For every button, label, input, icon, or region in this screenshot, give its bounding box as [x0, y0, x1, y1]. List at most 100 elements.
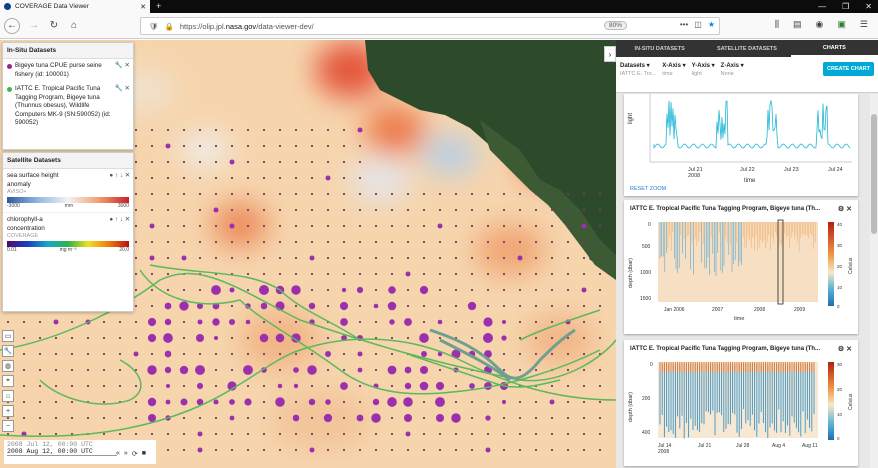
cpue-point[interactable] [198, 128, 202, 132]
cpue-point[interactable] [230, 128, 234, 132]
cpue-point[interactable] [214, 176, 218, 180]
cpue-point[interactable] [134, 336, 138, 340]
create-chart-button[interactable]: CREATE CHART [823, 62, 874, 76]
cpue-point[interactable] [245, 319, 251, 325]
cpue-point[interactable] [134, 416, 138, 420]
cpue-point[interactable] [435, 397, 445, 407]
cpue-point[interactable] [260, 302, 268, 310]
cpue-point[interactable] [358, 144, 362, 148]
cpue-point[interactable] [214, 432, 218, 436]
cpue-point[interactable] [566, 272, 570, 276]
cpue-point[interactable] [483, 333, 493, 343]
cpue-point[interactable] [118, 432, 122, 436]
cpue-point[interactable] [246, 224, 250, 228]
cpue-point[interactable] [486, 240, 490, 244]
cpue-point[interactable] [294, 272, 298, 276]
cpue-point[interactable] [180, 398, 188, 406]
cpue-point[interactable] [230, 368, 234, 372]
cpue-point[interactable] [150, 192, 154, 196]
cpue-point[interactable] [213, 207, 219, 213]
cpue-point[interactable] [326, 144, 330, 148]
cpue-point[interactable] [356, 414, 364, 422]
cpue-point[interactable] [485, 415, 491, 421]
x-axis-select[interactable]: X-Axis ▾ time [662, 62, 685, 87]
step-forward-icon[interactable]: » [124, 450, 128, 458]
move-up-icon[interactable]: ↑ [115, 172, 118, 179]
tab-satellite[interactable]: SATELLITE DATASETS [703, 40, 790, 57]
cpue-point[interactable] [38, 384, 42, 388]
cpue-point[interactable] [230, 448, 234, 452]
cpue-point[interactable] [438, 288, 442, 292]
cpue-point[interactable] [6, 320, 10, 324]
cpue-point[interactable] [390, 240, 394, 244]
cpue-point[interactable] [486, 272, 490, 276]
cpue-point[interactable] [86, 368, 90, 372]
cpue-point[interactable] [582, 304, 586, 308]
cpue-point[interactable] [291, 285, 301, 295]
cpue-point[interactable] [150, 128, 154, 132]
satellite-item-chl[interactable]: chlorophyll-a concentration COVERAGE ● ↑… [3, 212, 133, 256]
tab-charts[interactable]: CHARTS [790, 40, 878, 57]
cpue-point[interactable] [470, 192, 474, 196]
cpue-point[interactable] [150, 432, 154, 436]
cpue-point[interactable] [102, 416, 106, 420]
cpue-point[interactable] [358, 272, 362, 276]
cpue-point[interactable] [150, 176, 154, 180]
cpue-point[interactable] [550, 192, 554, 196]
close-icon[interactable]: ✕ [125, 172, 130, 179]
cpue-point[interactable] [326, 288, 330, 292]
cpue-point[interactable] [341, 287, 347, 293]
cpue-point[interactable] [534, 448, 538, 452]
cpue-point[interactable] [534, 352, 538, 356]
cpue-point[interactable] [214, 368, 218, 372]
cpue-point[interactable] [388, 286, 396, 294]
cpue-point[interactable] [246, 416, 250, 420]
cpue-point[interactable] [22, 368, 26, 372]
cpue-point[interactable] [454, 400, 458, 404]
cpue-point[interactable] [358, 240, 362, 244]
cpue-point[interactable] [582, 192, 586, 196]
cpue-point[interactable] [278, 160, 282, 164]
cpue-point[interactable] [307, 365, 317, 375]
cpue-point[interactable] [214, 256, 218, 260]
cpue-point[interactable] [38, 416, 42, 420]
cpue-point[interactable] [262, 448, 266, 452]
forward-button[interactable]: → [26, 18, 42, 34]
cpue-point[interactable] [165, 399, 171, 405]
cpue-point[interactable] [164, 302, 172, 310]
cpue-point[interactable] [214, 416, 218, 420]
cpue-point[interactable] [262, 352, 266, 356]
cpue-point[interactable] [309, 447, 315, 453]
cpue-point[interactable] [502, 288, 506, 292]
cpue-point[interactable] [342, 208, 346, 212]
cpue-point[interactable] [293, 367, 299, 373]
depth-long-chart[interactable]: depth (dbar) 0 500 1000 1500 Jan 2006 20… [624, 218, 858, 332]
cpue-point[interactable] [405, 271, 411, 277]
cpue-point[interactable] [134, 160, 138, 164]
cpue-point[interactable] [213, 335, 219, 341]
cpue-point[interactable] [486, 304, 490, 308]
cpue-point[interactable] [324, 350, 332, 358]
cpue-point[interactable] [566, 224, 570, 228]
cpue-point[interactable] [22, 384, 26, 388]
cpue-point[interactable] [582, 432, 586, 436]
cpue-point[interactable] [86, 384, 90, 388]
pocket-icon[interactable]: ◫ [694, 20, 702, 29]
cpue-point[interactable] [598, 336, 602, 340]
cpue-point[interactable] [230, 352, 234, 356]
scrollbar-thumb[interactable] [871, 114, 877, 234]
reset-zoom-button[interactable]: RESET ZOOM [630, 186, 667, 192]
cpue-point[interactable] [518, 432, 522, 436]
cpue-point[interactable] [275, 397, 285, 407]
cpue-point[interactable] [278, 272, 282, 276]
cpue-point[interactable] [230, 256, 234, 260]
cpue-point[interactable] [54, 416, 58, 420]
close-window-icon[interactable]: ✕ [865, 2, 872, 11]
cpue-point[interactable] [340, 318, 348, 326]
cpue-point[interactable] [454, 432, 458, 436]
cpue-point[interactable] [502, 432, 506, 436]
cpue-point[interactable] [182, 352, 186, 356]
cpue-point[interactable] [198, 144, 202, 148]
cpue-point[interactable] [534, 432, 538, 436]
cpue-point[interactable] [421, 351, 427, 357]
